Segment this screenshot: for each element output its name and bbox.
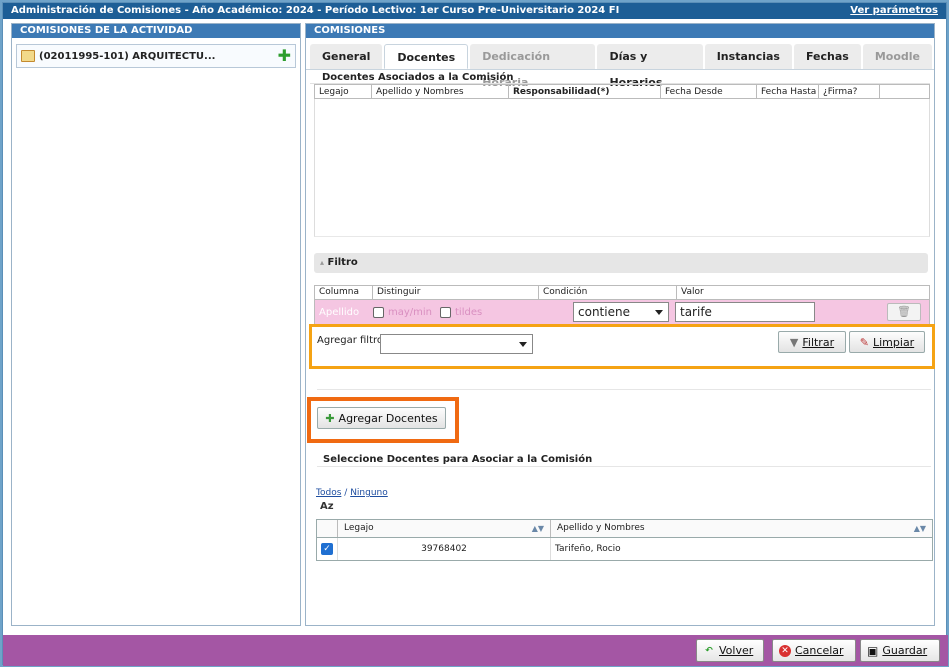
row-checkbox[interactable]: ✓ [321,543,333,555]
back-arrow-icon: ↶ [705,645,713,656]
select-teachers-title: Seleccione Docentes para Asociar a la Co… [323,454,593,465]
tab-bar: General Docentes Dedicación Horaria Días… [306,44,934,89]
back-button[interactable]: ↶ Volver [696,639,764,662]
filter-row: Apellido may/min tildes contiene tarife … [315,300,929,324]
select-none-link[interactable]: Ninguno [350,488,388,498]
cancel-icon: ✕ [779,644,791,657]
sort-icon[interactable]: ▲▼ [532,520,544,537]
filter-col-distinguir: Distinguir [373,286,539,299]
tab-docentes[interactable]: Docentes [384,44,469,69]
header-nombre-label: Apellido y Nombres [557,523,645,533]
trash-icon: 🗑 [897,305,911,318]
window-frame: Administración de Comisiones - Año Acadé… [2,2,948,666]
filter-title: Filtro [327,257,358,268]
header-nombre[interactable]: Apellido y Nombres ▲▼ [551,520,932,537]
filter-col-condicion: Condición [539,286,677,299]
filter-highlight-box [309,324,935,369]
filter-table: Columna Distinguir Condición Valor Apell… [314,285,930,325]
accent-sensitive-label: tildes [455,306,483,318]
associated-title: Docentes Asociados a la Comisión [310,71,930,84]
sort-az-icon[interactable]: Az [320,501,334,512]
filter-col-valor: Valor [681,287,704,297]
floppy-icon: ▣ [867,643,879,658]
associated-grid-header: Legajo Apellido y Nombres Responsabilida… [314,84,930,99]
accent-sensitive-checkbox[interactable] [440,306,452,318]
back-label: Volver [719,644,754,657]
footer-bar: ↶ Volver ✕ Cancelar ▣ Guardar [3,635,948,666]
teachers-table-header: Legajo ▲▼ Apellido y Nombres ▲▼ [317,520,932,538]
add-teachers-highlight-box [307,397,459,443]
filter-section-bar[interactable]: ▴ Filtro [314,253,928,273]
add-icon[interactable]: ✚ [278,48,291,64]
col-legajo[interactable]: Legajo [315,85,372,98]
link-separator: / [344,488,348,498]
tab-dedicacion-horaria: Dedicación Horaria [470,44,596,89]
select-links: Todos / Ninguno [316,488,388,498]
associated-grid-body [314,99,930,237]
left-panel-header: COMISIONES DE LA ACTIVIDAD [12,24,300,38]
save-button[interactable]: ▣ Guardar [860,639,940,662]
commission-tree-item[interactable]: (02011995-101) ARQUITECTU... ✚ [16,44,296,68]
col-fecha-desde[interactable]: Fecha Desde [661,85,757,98]
sort-icon[interactable]: ▲▼ [914,520,926,537]
filter-table-header: Columna Distinguir Condición Valor [315,286,929,300]
chevron-down-icon [655,310,663,315]
divider [317,389,931,390]
col-responsabilidad[interactable]: Responsabilidad(*) [509,85,661,98]
cancel-button[interactable]: ✕ Cancelar [772,639,856,662]
condition-select[interactable]: contiene [573,302,669,322]
col-spacer [880,85,899,98]
left-panel: COMISIONES DE LA ACTIVIDAD (02011995-101… [11,23,301,626]
header-legajo[interactable]: Legajo ▲▼ [338,520,551,537]
save-label: Guardar [882,644,928,657]
collapse-icon: ▴ [320,258,325,267]
window-title: Administración de Comisiones - Año Acadé… [11,5,620,16]
row-checkbox-cell: ✓ [317,538,338,560]
delete-filter-button[interactable]: 🗑 [887,303,921,321]
commission-label: (02011995-101) ARQUITECTU... [39,50,216,62]
tab-general[interactable]: General [310,44,383,69]
title-bar: Administración de Comisiones - Año Acadé… [3,3,946,19]
params-link[interactable]: Ver parámetros [850,5,938,17]
filter-row-column: Apellido [319,306,360,318]
tab-instancias[interactable]: Instancias [704,44,792,69]
row-nombre: Tarifeño, Rocio [555,544,621,554]
filter-col-columna: Columna [315,286,373,299]
value-input[interactable]: tarife [675,302,815,322]
right-panel-header: COMISIONES [306,24,934,38]
tab-moodle: Moodle [862,44,932,69]
col-fecha-hasta[interactable]: Fecha Hasta [757,85,819,98]
header-checkbox-col [317,520,338,537]
col-apellido-nombres[interactable]: Apellido y Nombres [372,85,509,98]
col-firma[interactable]: ¿Firma? [819,85,880,98]
select-all-link[interactable]: Todos [316,488,341,498]
tab-fechas[interactable]: Fechas [793,44,861,69]
cancel-label: Cancelar [795,644,844,657]
case-sensitive-checkbox[interactable] [373,306,384,318]
tab-dias-horarios[interactable]: Días y Horarios [597,44,703,89]
condition-value: contiene [578,305,630,319]
row-legajo: 39768402 [338,538,551,560]
case-sensitive-label: may/min [388,306,433,318]
folder-edit-icon [21,50,35,62]
divider [317,466,931,467]
teachers-table: Legajo ▲▼ Apellido y Nombres ▲▼ ✓ 397684… [316,519,933,561]
header-legajo-label: Legajo [344,523,374,533]
table-row[interactable]: ✓ 39768402 Tarifeño, Rocio [317,538,932,560]
value-text: tarife [680,305,712,319]
